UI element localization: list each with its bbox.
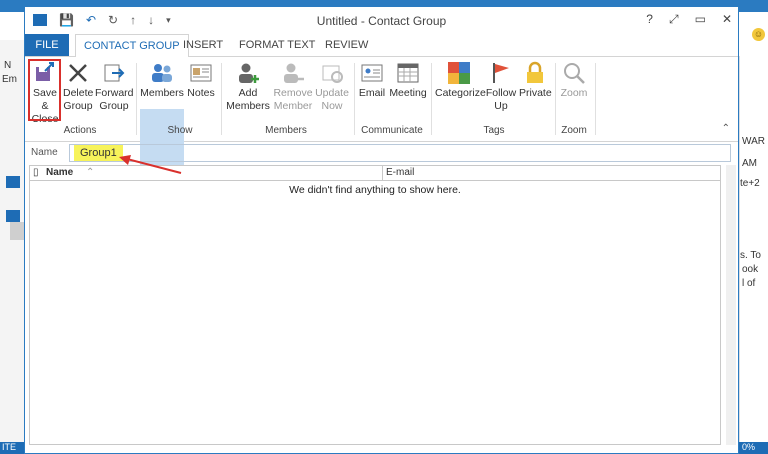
- update-now-button[interactable]: Update Now: [315, 61, 349, 113]
- follow-up-button[interactable]: Follow Up: [485, 61, 517, 113]
- categorize-icon: [447, 61, 471, 85]
- forward-icon: [102, 61, 126, 85]
- members-view-button[interactable]: Members: [140, 61, 184, 100]
- tab-contact-group[interactable]: CONTACT GROUP: [75, 34, 189, 58]
- background-text: WAR: [742, 136, 765, 147]
- document-icon: ▯: [33, 167, 39, 178]
- notes-button[interactable]: Notes: [185, 61, 217, 100]
- tab-review[interactable]: REVIEW: [317, 34, 376, 56]
- delete-group-button[interactable]: Delete Group: [63, 61, 93, 113]
- update-now-label: Update Now: [315, 87, 349, 112]
- background-text: s. To: [740, 250, 761, 261]
- background-nav-icon: [6, 176, 20, 188]
- members-icon: [150, 61, 174, 85]
- tab-format-text[interactable]: FORMAT TEXT: [231, 34, 323, 56]
- ribbon: Save & Close Delete Group Forward Group …: [25, 57, 738, 169]
- background-right-pane: WAR AM te+2 s. To ook l of: [740, 40, 768, 454]
- title-bar: 💾 ↶ ↻ ↑ ↓ ▾ Untitled - Contact Group ? ⤢…: [25, 7, 738, 33]
- group-divider: [431, 63, 432, 135]
- maximize-button[interactable]: ▭: [695, 12, 706, 27]
- delete-icon: [66, 61, 90, 85]
- categorize-label: Categorize: [435, 87, 486, 99]
- group-label-show: Show: [167, 125, 193, 136]
- group-label-members: Members: [265, 125, 307, 136]
- notes-label: Notes: [187, 87, 215, 99]
- add-member-icon: [236, 61, 260, 85]
- members-list: ▯ Name ⌃ E-mail We didn't find anything …: [29, 165, 721, 445]
- remove-member-icon: [281, 61, 305, 85]
- tab-file[interactable]: FILE: [25, 34, 69, 56]
- sort-arrow-icon: ⌃: [86, 167, 95, 178]
- group-divider: [221, 63, 222, 135]
- background-text: AM: [742, 158, 757, 169]
- magnifier-icon: [562, 61, 586, 85]
- background-left-letter: Em: [2, 74, 17, 85]
- annotation-highlight-box: [28, 59, 61, 121]
- remove-member-button[interactable]: Remove Member: [273, 61, 313, 113]
- group-label-zoom: Zoom: [561, 125, 587, 136]
- column-divider: [382, 166, 383, 180]
- name-label: Name: [31, 147, 58, 158]
- background-text: ook: [742, 264, 759, 275]
- background-scroll-block: [10, 222, 24, 240]
- background-left-letter: N: [4, 60, 12, 71]
- private-button[interactable]: Private: [519, 61, 552, 100]
- group-divider: [136, 63, 137, 135]
- ribbon-tabs: FILE CONTACT GROUP INSERT FORMAT TEXT RE…: [25, 34, 738, 58]
- close-button[interactable]: ✕: [722, 12, 732, 27]
- calendar-icon: [396, 61, 420, 85]
- email-icon: [360, 61, 384, 85]
- group-divider: [595, 63, 596, 135]
- column-name[interactable]: Name: [46, 167, 73, 178]
- group-label-communicate: Communicate: [361, 125, 423, 136]
- contact-group-window: 💾 ↶ ↻ ↑ ↓ ▾ Untitled - Contact Group ? ⤢…: [24, 6, 739, 454]
- background-nav-icon: [6, 210, 20, 222]
- add-members-button[interactable]: Add Members: [225, 61, 271, 113]
- empty-list-message: We didn't find anything to show here.: [289, 184, 461, 196]
- background-text: l of: [742, 278, 756, 289]
- tab-insert[interactable]: INSERT: [175, 34, 231, 56]
- smiley-icon: ☺: [752, 28, 765, 41]
- meeting-button[interactable]: Meeting: [389, 61, 427, 100]
- delete-group-label: Delete Group: [63, 87, 94, 112]
- scrollbar[interactable]: [726, 165, 736, 445]
- notes-icon: [189, 61, 213, 85]
- annotation-arrow: [119, 155, 182, 174]
- private-label: Private: [519, 87, 552, 99]
- update-icon: [320, 61, 344, 85]
- zoom-label: Zoom: [560, 87, 588, 99]
- group-label-tags: Tags: [483, 125, 505, 136]
- restore-ribbon-button[interactable]: ⤢: [669, 12, 679, 27]
- remove-member-label: Remove Member: [273, 87, 313, 112]
- column-email[interactable]: E-mail: [386, 167, 414, 178]
- flag-icon: [489, 61, 513, 85]
- email-button[interactable]: Email: [357, 61, 387, 100]
- add-members-label: Add Members: [226, 87, 270, 112]
- window-title: Untitled - Contact Group: [316, 14, 447, 28]
- background-left-pane: [0, 40, 25, 454]
- group-divider: [354, 63, 355, 135]
- zoom-button[interactable]: Zoom: [557, 61, 591, 100]
- meeting-label: Meeting: [389, 87, 427, 99]
- status-text: ITE: [2, 442, 17, 452]
- forward-group-button[interactable]: Forward Group: [95, 61, 134, 113]
- help-button[interactable]: ?: [646, 12, 653, 27]
- email-label: Email: [358, 87, 386, 99]
- collapse-ribbon-icon[interactable]: ⌃: [722, 123, 730, 134]
- lock-icon: [523, 61, 547, 85]
- zoom-percent: 0%: [742, 442, 756, 452]
- forward-group-label: Forward Group: [95, 87, 134, 112]
- group-label-actions: Actions: [63, 125, 97, 136]
- window-controls: ? ⤢ ▭ ✕: [646, 12, 732, 27]
- members-view-label: Members: [140, 87, 184, 99]
- background-text: te+2: [740, 178, 760, 189]
- categorize-button[interactable]: Categorize: [435, 61, 486, 100]
- follow-up-label: Follow Up: [485, 87, 517, 112]
